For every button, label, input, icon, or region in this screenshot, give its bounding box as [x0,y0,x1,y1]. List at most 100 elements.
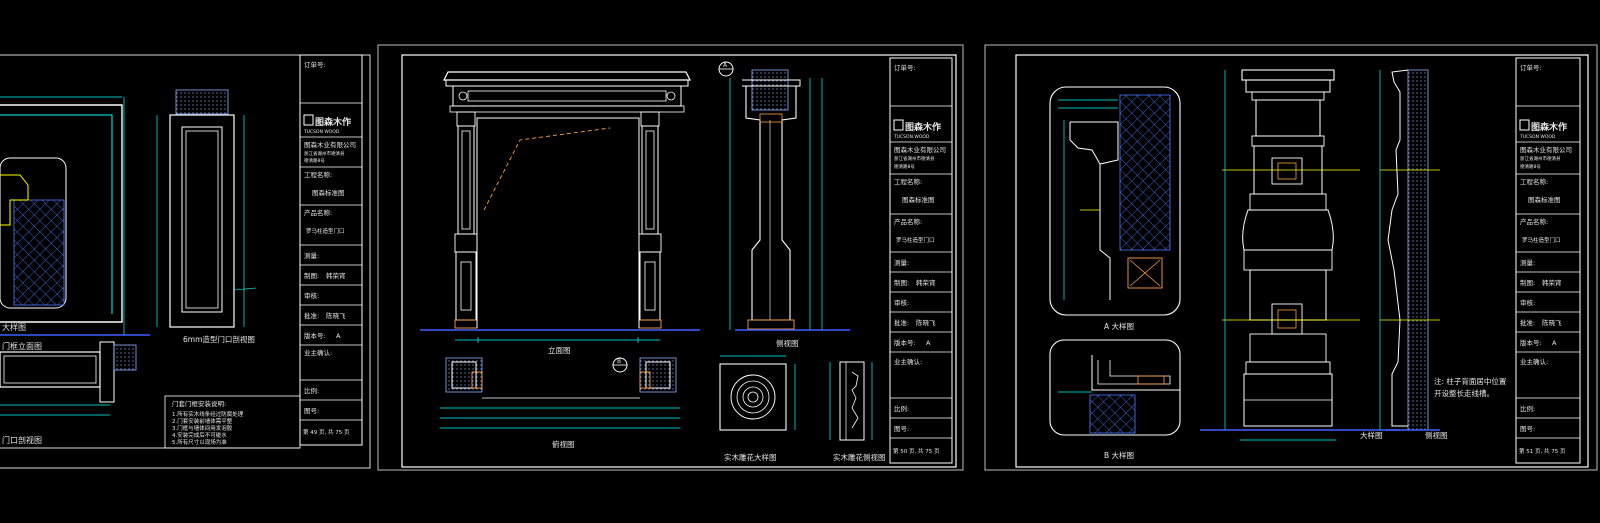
caption-plan-view: 俯视图 [552,439,575,449]
draw-label: 制图: [894,278,909,287]
approve-value: 陈晓飞 [1542,318,1562,327]
note-line-2: 开设整长走线槽。 [1434,388,1494,398]
version-label: 版本号: [304,331,326,340]
scale-label: 比例: [1520,404,1535,413]
sheet-1-notes: 门套门框安装说明: 1.所有实木线条经过防腐处理 2.门套安装前墙体需平整 3.… [164,395,301,449]
caption-section-1: 门口剖视图 [2,435,42,445]
project-label: 工程名称: [304,170,332,179]
order-no-label: 订单号: [894,63,916,72]
owner-label: 业主确认: [1520,357,1548,366]
callout-a-label: A [723,62,728,69]
sheet-2-plan-view: B 俯视图 [440,357,680,449]
company-name: 图森木业有限公司 [304,140,356,149]
brand-name-en: TUCSON WOOD [893,134,930,140]
sheet-2-elevation: 立面图 [420,71,700,355]
project-value: 图森标准图 [902,195,935,204]
product-label: 产品名称: [1520,217,1548,226]
caption-column-side: 侧视图 [1425,430,1448,440]
product-value: 罗马柱造型门口 [896,236,935,244]
note-line: 5.所有尺寸以现场为准 [172,438,227,446]
sheet-2-rosette: 实木雕花大样图 [719,355,796,462]
sheet-3-title-block: 订单号: 图森木作 TUCSON WOOD 图森木业有限公司 浙江省湖州市德清县… [1515,57,1581,464]
version-label: 版本号: [1520,338,1542,347]
order-no-label: 订单号: [1520,63,1542,72]
company-name: 图森木业有限公司 [894,145,946,154]
scale-label: 比例: [894,404,909,413]
review-label: 审核: [304,291,319,300]
measure-label: 测量: [304,252,319,260]
brand-name: 图森木作 [1531,121,1567,133]
brand-logo-icon [1519,119,1530,131]
note-line: 2.门套安装前墙体需平整 [172,417,233,425]
caption-elevation-1: 门框立面图 [2,341,42,351]
approve-value: 陈晓飞 [916,318,936,327]
company-address-2: 德清路8号 [304,157,325,164]
page-number: 第 50 页, 共 75 页 [893,447,940,455]
project-label: 工程名称: [1520,177,1548,186]
draw-label: 制图: [304,271,319,280]
review-label: 审核: [1520,298,1535,307]
sheet-2-inner-frame [401,54,957,468]
project-value: 图森标准图 [312,188,345,197]
draw-label: 制图: [1520,278,1535,287]
note-line: 4.安装完成后不可碰水 [172,431,227,439]
company-address: 浙江省湖州市德清县 [1520,155,1561,162]
draw-value: 韩荣宵 [1542,278,1562,287]
drawing-no-label: 图号: [1520,425,1535,433]
caption-detail-b: B 大样图 [1104,450,1134,460]
brand-name-en: TUCSON WOOD [303,129,340,135]
sheet-3-outer-frame [984,44,1598,471]
sheet-1: 大样图 门框立面图 6mm造型门口剖视图 门口剖视图 门套门框安装说明: 1.所… [0,54,371,469]
version-label: 版本号: [894,338,916,347]
sheet-2-side-view: A 侧视图 [718,61,850,348]
project-label: 工程名称: [894,177,922,186]
product-label: 产品名称: [304,208,332,217]
sheet-1-elevation: 大样图 门框立面图 [0,96,150,351]
product-label: 产品名称: [894,217,922,226]
product-value: 罗马柱造型门口 [306,227,345,235]
caption-door-section: 6mm造型门口剖视图 [183,334,255,344]
caption-detail-a: A 大样图 [1104,321,1134,331]
brand-name-en: TUCSON WOOD [1519,134,1556,140]
approve-label: 批准: [304,311,319,320]
scale-label: 比例: [304,386,319,395]
brand-name: 图森木作 [315,116,351,128]
drawing-no-label: 图号: [894,425,909,433]
company-name: 图森木业有限公司 [1520,145,1572,154]
note-line-1: 注: 柱子背面居中位置 [1434,376,1507,386]
caption-front-elevation: 立面图 [548,345,571,355]
callout-b-label: B [617,358,621,365]
company-address-2: 德清路8号 [1520,163,1541,170]
sheet-1-section: 门口剖视图 [0,341,137,445]
page-number: 第 51 页, 共 75 页 [1519,447,1566,455]
approve-label: 批准: [1520,318,1535,327]
brand-name: 图森木作 [905,121,941,133]
sheet-2-rosette-side: 实木雕花侧视图 [829,361,886,462]
version-value: A [926,339,931,347]
caption-rosette: 实木雕花大样图 [724,452,777,462]
notes-title: 门套门框安装说明: [172,399,226,408]
measure-label: 测量: [1520,259,1535,267]
measure-label: 测量: [894,259,909,267]
sheet-2-outer-frame [377,44,964,471]
brand-logo-icon [893,119,904,131]
owner-label: 业主确认: [304,348,332,357]
review-label: 审核: [894,298,909,307]
cad-canvas: 大样图 门框立面图 6mm造型门口剖视图 门口剖视图 门套门框安装说明: 1.所… [0,44,1598,471]
version-value: A [336,332,341,340]
page-number: 第 49 页, 共 75 页 [303,428,350,436]
company-address-2: 德清路8号 [894,163,915,170]
brand-logo-icon [303,114,314,126]
owner-label: 业主确认: [894,357,922,366]
sheet-1-door-leaf: 6mm造型门口剖视图 [156,89,257,344]
order-no-label: 订单号: [304,60,326,69]
sheet-3-column: 大样图 [1200,69,1400,441]
sheet-3-detail-b: B 大样图 [1049,339,1181,460]
drawing-no-label: 图号: [304,407,319,415]
caption-column-detail: 大样图 [1360,430,1383,440]
caption-rosette-side: 实木雕花侧视图 [833,452,886,462]
company-address: 浙江省湖州市德清县 [894,155,935,162]
sheet-3: A 大样图 B 大样图 大样图 注: 柱子背面居中位置 开设整长走线槽。 侧视图… [984,44,1598,471]
approve-value: 陈晓飞 [326,311,346,320]
sheet-2: 立面图 A 侧视图 B 俯视图 实木雕花大样图 实木雕花侧视图 订单号: 图森木… [377,44,964,471]
